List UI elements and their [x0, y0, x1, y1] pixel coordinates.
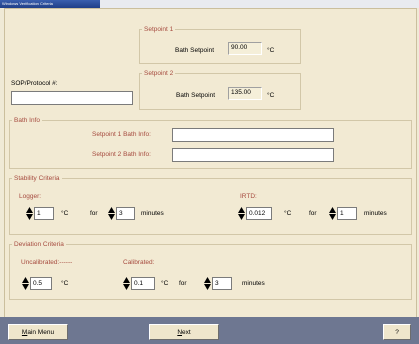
calibrated-unit: °C: [161, 280, 169, 287]
deviation-legend: Deviation Criteria: [14, 241, 64, 248]
main-menu-label: ain Menu: [27, 328, 55, 336]
setpoint2-label: Bath Setpoint: [176, 92, 216, 99]
setpoint1-legend: Setpoint 1: [144, 26, 174, 33]
sop-label: SOP/Protocol #:: [11, 80, 58, 87]
uncalibrated-label: Uncalibrated:------: [21, 259, 73, 266]
setpoint2-value: 135.00: [228, 87, 262, 100]
calibrated-for-label: for: [179, 280, 187, 287]
irtd-temp-unit: °C: [284, 210, 292, 217]
logger-minutes-spinner[interactable]: [108, 207, 115, 220]
setpoint1-group: Setpoint 1: [139, 26, 301, 64]
logger-for-label: for: [90, 210, 98, 217]
help-button[interactable]: ?: [383, 324, 411, 340]
window-title: Windows Verification Criteria: [2, 1, 53, 6]
help-label: ?: [395, 328, 399, 336]
setpoint1-label: Bath Setpoint: [175, 47, 215, 54]
irtd-label: IRTD:: [240, 193, 257, 200]
uncalibrated-spinner[interactable]: [22, 277, 29, 290]
logger-temp-input[interactable]: [34, 207, 54, 220]
calibrated-spinner[interactable]: [123, 277, 130, 290]
stability-group: Stability Criteria: [9, 175, 412, 235]
logger-minutes-input[interactable]: [116, 207, 135, 220]
irtd-for-label: for: [309, 210, 317, 217]
uncalibrated-input[interactable]: [30, 277, 52, 290]
sop-input[interactable]: [11, 91, 133, 105]
calibrated-input[interactable]: [131, 277, 155, 290]
setpoint2-bath-info-label: Setpoint 2 Bath Info:: [92, 151, 151, 158]
irtd-minutes-input[interactable]: [337, 207, 357, 220]
calibrated-label: Calibrated:: [123, 259, 155, 266]
bath-info-legend: Bath Info: [14, 117, 41, 124]
logger-label: Logger:: [19, 193, 42, 200]
setpoint1-value: 90.00: [228, 42, 262, 55]
logger-minutes-label: minutes: [141, 210, 164, 217]
calibrated-minutes-spinner[interactable]: [204, 277, 211, 290]
logger-temp-unit: °C: [61, 210, 69, 217]
uncalibrated-unit: °C: [61, 280, 69, 287]
calibrated-minutes-input[interactable]: [212, 277, 232, 290]
setpoint2-legend: Setpoint 2: [144, 70, 174, 77]
setpoint2-group: Setpoint 2: [139, 70, 301, 110]
setpoint2-bath-info-input[interactable]: [172, 148, 334, 162]
irtd-minutes-spinner[interactable]: [329, 207, 336, 220]
deviation-group: Deviation Criteria: [9, 241, 412, 300]
title-bar-active: Windows Verification Criteria: [0, 0, 100, 8]
main-menu-button[interactable]: Main Menu: [8, 324, 68, 340]
next-button[interactable]: Next: [149, 324, 219, 340]
setpoint1-bath-info-input[interactable]: [172, 128, 334, 142]
irtd-temp-input[interactable]: [246, 207, 272, 220]
setpoint1-bath-info-label: Setpoint 1 Bath Info:: [92, 131, 151, 138]
setpoint2-unit: °C: [267, 92, 275, 99]
logger-temp-spinner[interactable]: [26, 207, 33, 220]
stability-legend: Stability Criteria: [14, 175, 60, 182]
title-bar-background: [100, 0, 419, 8]
calibrated-minutes-label: minutes: [242, 280, 265, 287]
irtd-minutes-label: minutes: [364, 210, 387, 217]
setpoint1-unit: °C: [267, 47, 275, 54]
irtd-temp-spinner[interactable]: [238, 207, 245, 220]
next-label: ext: [182, 328, 191, 336]
